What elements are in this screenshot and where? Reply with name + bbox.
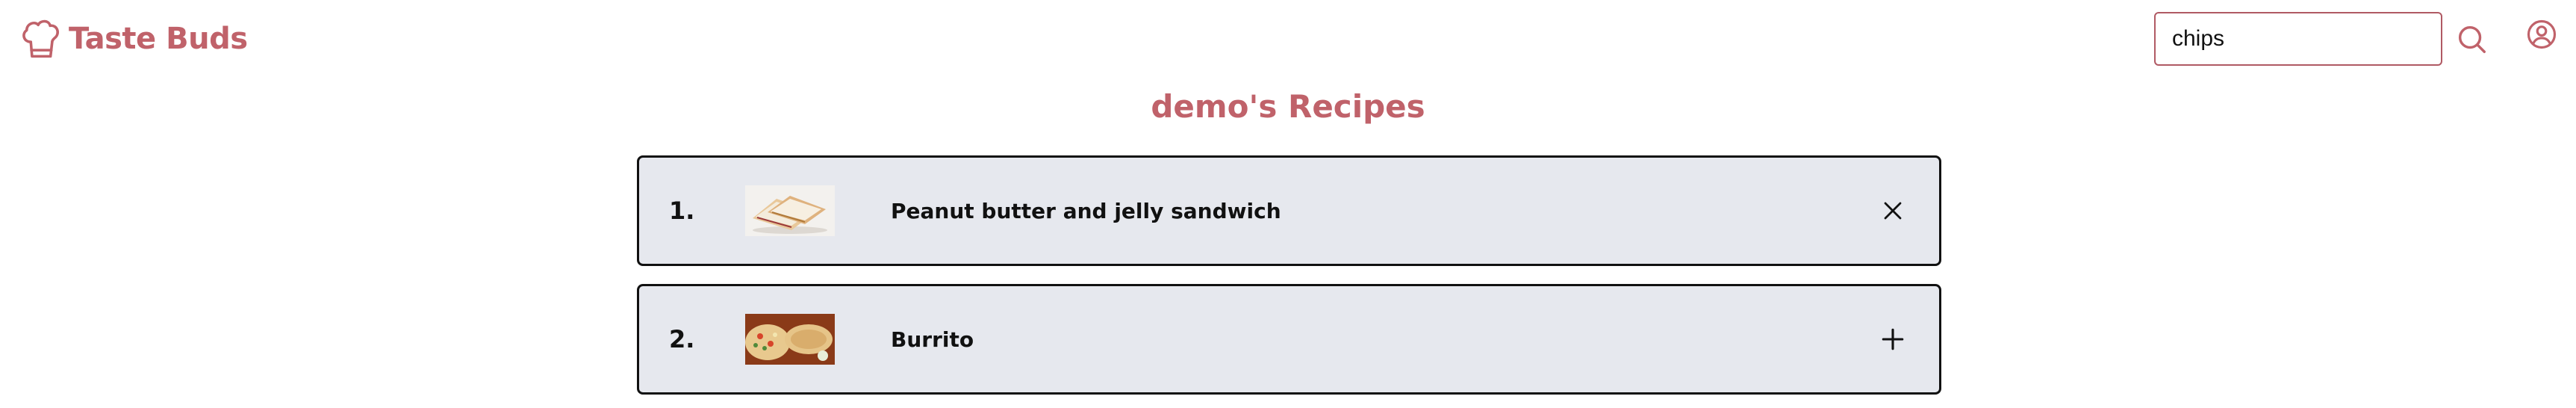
recipe-thumbnail	[745, 314, 835, 365]
plus-icon	[1882, 328, 1904, 350]
profile-button[interactable]	[2522, 15, 2561, 54]
remove-recipe-button[interactable]	[1873, 191, 1913, 231]
search-input[interactable]	[2154, 12, 2442, 66]
recipe-number: 2.	[669, 325, 695, 353]
logo-text: Taste Buds	[69, 22, 248, 56]
logo[interactable]: Taste Buds	[16, 13, 248, 64]
recipe-list: 1. Peanut butter and jelly sandwich 2. B…	[637, 155, 1941, 408]
search-button[interactable]	[2451, 18, 2492, 60]
recipe-name[interactable]: Peanut butter and jelly sandwich	[891, 158, 1281, 264]
recipe-row[interactable]: 1. Peanut butter and jelly sandwich	[637, 155, 1941, 266]
search-icon	[2458, 25, 2486, 53]
add-recipe-button[interactable]	[1873, 319, 1913, 359]
user-circle-icon	[2527, 19, 2557, 49]
recipe-row[interactable]: 2. Burrito	[637, 284, 1941, 395]
recipe-number: 1.	[669, 197, 695, 225]
close-icon	[1884, 202, 1902, 220]
recipe-thumbnail	[745, 185, 835, 236]
chef-hat-icon	[22, 19, 59, 58]
page-title: demo's Recipes	[1151, 88, 1425, 125]
recipe-name[interactable]: Burrito	[891, 286, 974, 392]
